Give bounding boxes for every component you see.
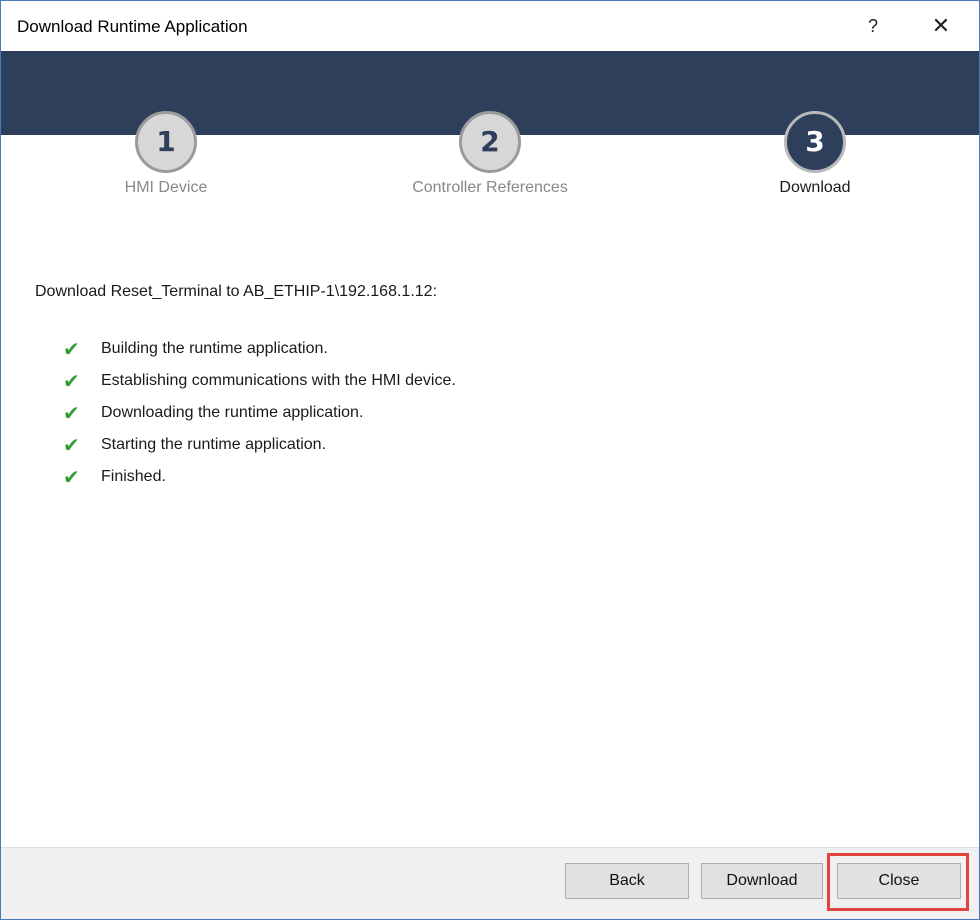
step-number-badge: 1 <box>135 111 197 173</box>
step-label: Controller References <box>412 179 568 196</box>
step-label: Download <box>779 179 851 196</box>
check-icon: ✔ <box>63 401 80 425</box>
check-icon: ✔ <box>63 337 80 361</box>
step-hmi-device: 1 HMI Device <box>46 111 286 197</box>
download-button[interactable]: Download <box>701 863 823 899</box>
step-number-badge: 2 <box>459 111 521 173</box>
status-text: Downloading the runtime application. <box>101 404 364 421</box>
back-button[interactable]: Back <box>565 863 689 899</box>
help-button[interactable]: ? <box>856 9 890 43</box>
list-item: ✔ Building the runtime application. <box>63 333 456 365</box>
download-runtime-dialog: Download Runtime Application ? ✕ 1 HMI D… <box>0 0 980 920</box>
status-text: Building the runtime application. <box>101 340 328 357</box>
check-icon: ✔ <box>63 465 80 489</box>
check-icon: ✔ <box>63 369 80 393</box>
download-destination-text: Download Reset_Terminal to AB_ETHIP-1\19… <box>35 283 438 300</box>
list-item: ✔ Starting the runtime application. <box>63 429 456 461</box>
step-controller-references: 2 Controller References <box>370 111 610 197</box>
title-bar: Download Runtime Application ? ✕ <box>1 1 979 51</box>
status-text: Starting the runtime application. <box>101 436 327 453</box>
status-text: Establishing communications with the HMI… <box>101 372 456 389</box>
list-item: ✔ Finished. <box>63 461 456 493</box>
check-icon: ✔ <box>63 433 80 457</box>
close-window-button[interactable]: ✕ <box>923 9 959 43</box>
close-button[interactable]: Close <box>837 863 961 899</box>
step-number-badge: 3 <box>784 111 846 173</box>
status-list: ✔ Building the runtime application. ✔ Es… <box>63 333 456 493</box>
step-label: HMI Device <box>124 179 208 196</box>
window-title: Download Runtime Application <box>17 17 248 36</box>
list-item: ✔ Establishing communications with the H… <box>63 365 456 397</box>
status-text: Finished. <box>101 468 166 485</box>
step-download: 3 Download <box>695 111 935 197</box>
list-item: ✔ Downloading the runtime application. <box>63 397 456 429</box>
